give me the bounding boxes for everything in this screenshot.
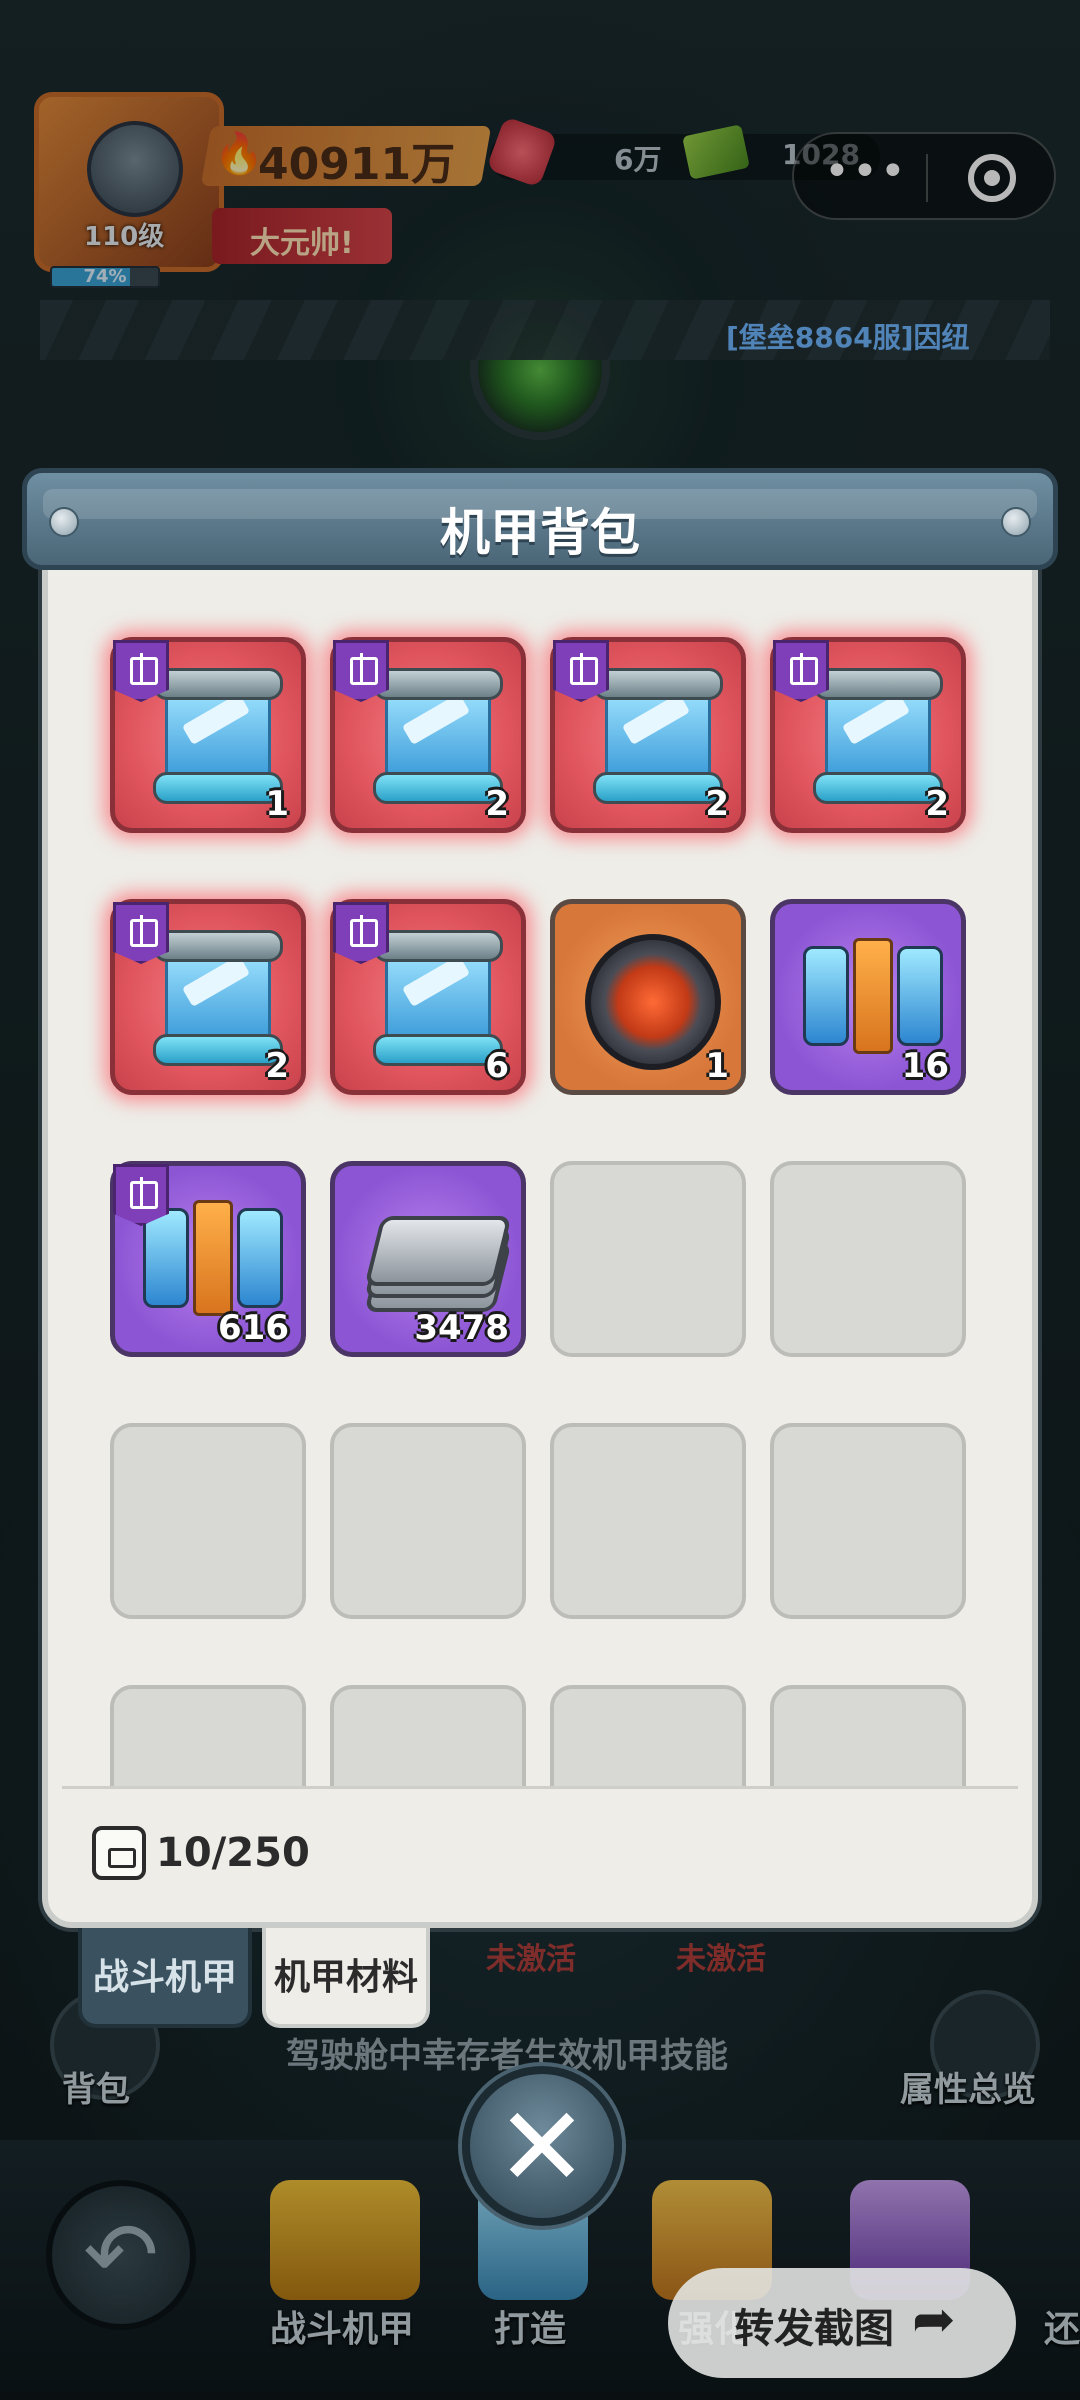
inventory-item-scroll[interactable]: 2 [770, 637, 966, 833]
backpack-icon [92, 1826, 146, 1880]
item-quantity: 2 [705, 784, 729, 824]
item-quantity: 1 [265, 784, 289, 824]
inventory-item-core[interactable]: 1 [550, 899, 746, 1095]
gift-icon [113, 902, 169, 964]
inventory-item-plate[interactable]: 3478 [330, 1161, 526, 1357]
armor-plate-icon [364, 1216, 512, 1312]
share-arrow-icon: ➦ [912, 2290, 956, 2350]
blueprint-scroll-icon [593, 668, 723, 810]
capacity-count: 10/250 [156, 1830, 310, 1876]
gift-icon [113, 640, 169, 702]
blueprint-scroll-icon [813, 668, 943, 810]
blueprint-scroll-icon [153, 668, 283, 810]
inventory-item-scroll[interactable]: 2 [110, 899, 306, 1095]
blueprint-scroll-icon [373, 930, 503, 1072]
share-label: 转发截图 [734, 2306, 894, 2352]
inventory-item-scroll[interactable]: 6 [330, 899, 526, 1095]
battery-pack-icon [799, 928, 947, 1058]
empty-slot[interactable] [550, 1161, 746, 1357]
item-quantity: 2 [265, 1046, 289, 1086]
close-button[interactable]: ✕ [462, 2066, 622, 2226]
gift-icon [553, 640, 609, 702]
empty-slot[interactable] [770, 1423, 966, 1619]
close-icon: ✕ [495, 2083, 589, 2211]
item-quantity: 1 [705, 1046, 729, 1086]
item-quantity: 2 [485, 784, 509, 824]
gift-icon [333, 902, 389, 964]
gift-icon [333, 640, 389, 702]
empty-slot[interactable] [550, 1685, 746, 1787]
inventory-item-battery[interactable]: 16 [770, 899, 966, 1095]
item-quantity: 2 [925, 784, 949, 824]
item-quantity: 6 [485, 1046, 509, 1086]
grid-divider [62, 1786, 1018, 1789]
panel-title: 机甲背包 [440, 504, 640, 562]
empty-slot[interactable] [550, 1423, 746, 1619]
blueprint-scroll-icon [153, 930, 283, 1072]
energy-core-icon [585, 934, 721, 1070]
empty-slot[interactable] [330, 1685, 526, 1787]
item-quantity: 16 [901, 1046, 949, 1086]
blueprint-scroll-icon [373, 668, 503, 810]
item-quantity: 3478 [414, 1308, 509, 1348]
panel-header: 机甲背包 [22, 468, 1058, 570]
empty-slot[interactable] [110, 1685, 306, 1787]
tab-combat-mech[interactable]: 战斗机甲 [78, 1928, 252, 2028]
empty-slot[interactable] [770, 1685, 966, 1787]
tab-mech-materials[interactable]: 机甲材料 [262, 1928, 430, 2028]
empty-slot[interactable] [110, 1423, 306, 1619]
item-quantity: 616 [218, 1308, 289, 1348]
inventory-item-scroll[interactable]: 1 [110, 637, 306, 833]
gift-icon [773, 640, 829, 702]
gift-icon [113, 1164, 169, 1226]
item-grid: 1 2 2 2 2 6 1 16 616 3478 [60, 575, 1020, 1787]
empty-slot[interactable] [330, 1423, 526, 1619]
share-screenshot-button[interactable]: 转发截图 ➦ [668, 2268, 1016, 2378]
inventory-item-battery[interactable]: 616 [110, 1161, 306, 1357]
empty-slot[interactable] [770, 1161, 966, 1357]
inventory-item-scroll[interactable]: 2 [330, 637, 526, 833]
inventory-item-scroll[interactable]: 2 [550, 637, 746, 833]
